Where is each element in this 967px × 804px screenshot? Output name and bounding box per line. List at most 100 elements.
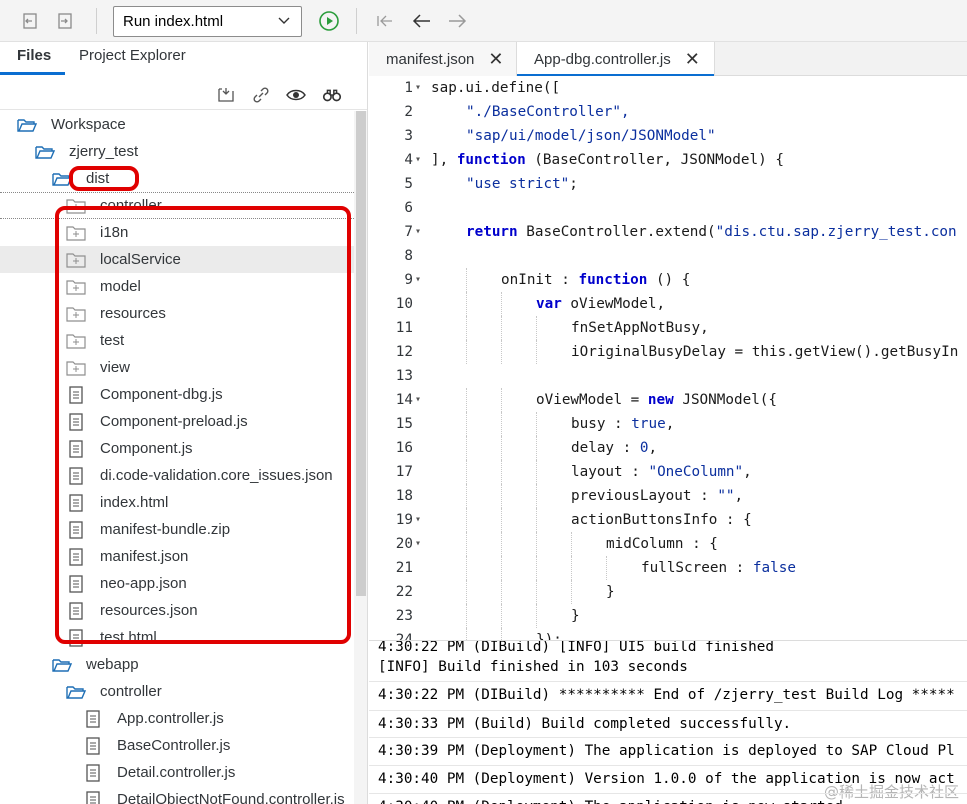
tab-manifest-json[interactable]: manifest.json ✕ (369, 42, 517, 76)
code-editor[interactable]: 1 ▾ sap.ui.define([2 "./BaseController", 3 "s… (369, 76, 967, 640)
indent-guide (466, 268, 467, 292)
fold-toggle-icon[interactable]: ▾ (415, 220, 421, 244)
line-number: 10 (395, 296, 413, 312)
code-token: fullScreen : (641, 560, 753, 576)
tree-item-label: zjerry_test (69, 143, 139, 160)
tree-item-label: Detail.controller.js (117, 764, 236, 781)
code-line: 14 ▾ oViewModel = new JSONModel({ (369, 388, 967, 412)
code-line: 6 (369, 196, 967, 220)
indent-guide (536, 340, 537, 364)
tree-file-item[interactable]: Detail.controller.js (0, 759, 354, 786)
indent-guide (536, 580, 537, 604)
code-line: 17 layout : "OneColumn", (369, 460, 967, 484)
close-icon[interactable]: ✕ (488, 49, 503, 70)
code-token: iOriginalBusyDelay = this.getView().getB… (571, 344, 959, 360)
indent-guide (501, 436, 502, 460)
undo-icon[interactable] (17, 9, 43, 33)
code-token: ], (431, 152, 457, 168)
indent-guide (466, 340, 467, 364)
code-token: ; (569, 176, 578, 192)
code-text: sap.ui.define([ (431, 76, 560, 100)
tab-app-dbg-controller[interactable]: App-dbg.controller.js ✕ (517, 42, 715, 77)
code-line: 4 ▾], function (BaseController, JSONModel… (369, 148, 967, 172)
code-token: (BaseController, JSONModel) { (525, 152, 784, 168)
close-icon[interactable]: ✕ (685, 49, 700, 70)
file-tree-toolbar (0, 78, 367, 110)
fold-toggle-icon[interactable]: ▾ (415, 148, 421, 172)
code-token: delay : (571, 440, 640, 456)
collapse-all-icon[interactable] (215, 84, 237, 106)
code-text: previousLayout : "", (571, 484, 743, 508)
fold-toggle-icon[interactable]: ▾ (415, 532, 421, 556)
tree-file-item[interactable]: App.controller.js (0, 705, 354, 732)
code-token: previousLayout : (571, 488, 718, 504)
redo-icon[interactable] (52, 9, 78, 33)
code-line: 19 ▾ actionButtonsInfo : { (369, 508, 967, 532)
code-literal: "use strict" (466, 176, 570, 192)
code-literal: "" (717, 488, 735, 504)
code-token: , (648, 440, 658, 456)
console-line: 4:30:22 PM (DIBuild) [INFO] UI5 build fi… (378, 640, 774, 655)
line-number: 6 (404, 200, 413, 216)
code-text: onInit : function () { (501, 268, 690, 292)
code-line: 23} (369, 604, 967, 628)
code-text: ], function (BaseController, JSONModel) … (431, 148, 784, 172)
scrollbar-thumb[interactable] (356, 111, 366, 596)
tree-file-item[interactable]: DetailObjectNotFound.controller.js (0, 786, 354, 804)
fold-toggle-icon[interactable]: ▾ (415, 508, 421, 532)
code-line: 10 var oViewModel, (369, 292, 967, 316)
indent-guide (466, 292, 467, 316)
run-config-select[interactable]: Run index.html (113, 6, 302, 37)
fold-toggle-icon[interactable]: ▾ (415, 388, 421, 412)
code-text: var oViewModel, (536, 292, 665, 316)
console-divider (369, 737, 967, 738)
code-line: 2 "./BaseController", (369, 100, 967, 124)
line-number: 15 (395, 416, 413, 432)
code-literal: false (752, 560, 796, 576)
line-number: 9 (404, 272, 413, 288)
tree-folder-item[interactable]: webapp (0, 651, 354, 678)
indent-guide (536, 436, 537, 460)
code-token: sap.ui.define([ (431, 80, 561, 96)
tree-folder-item[interactable]: controller (0, 678, 354, 705)
indent-guide (501, 292, 502, 316)
code-line: 13 (369, 364, 967, 388)
toolbar-separator (96, 8, 97, 34)
fold-toggle-icon[interactable]: ▾ (415, 76, 421, 100)
eye-icon[interactable] (285, 84, 307, 106)
run-icon[interactable] (316, 9, 342, 33)
toolbar-separator (356, 8, 357, 34)
code-text: busy : true, (571, 412, 674, 436)
indent-guide (466, 316, 467, 340)
line-number: 11 (395, 320, 413, 336)
code-text: oViewModel = new JSONModel({ (536, 388, 777, 412)
tree-folder-item[interactable]: zjerry_test (0, 138, 354, 165)
line-number: 5 (404, 176, 413, 192)
line-number: 19 (395, 512, 413, 528)
nav-first-icon[interactable] (372, 9, 398, 33)
file-tree-scrollbar[interactable] (354, 111, 367, 804)
tab-project-explorer[interactable]: Project Explorer (79, 47, 186, 64)
code-text: midColumn : { (606, 532, 718, 556)
binoculars-icon[interactable] (321, 84, 343, 106)
fold-toggle-icon[interactable]: ▾ (415, 268, 421, 292)
code-line: 12 iOriginalBusyDelay = this.getView().ge… (369, 340, 967, 364)
indent-guide (466, 628, 467, 640)
indent-guide (536, 484, 537, 508)
link-icon[interactable] (250, 84, 272, 106)
file-icon (83, 790, 103, 804)
code-token: () { (647, 272, 691, 288)
tree-folder-item[interactable]: dist (0, 165, 354, 192)
line-number: 7 (404, 224, 413, 240)
indent-guide (466, 460, 467, 484)
indent-guide (536, 508, 537, 532)
tree-file-item[interactable]: BaseController.js (0, 732, 354, 759)
nav-forward-icon[interactable] (444, 9, 470, 33)
tab-files[interactable]: Files (17, 47, 51, 64)
indent-guide (501, 628, 502, 640)
chevron-down-icon (277, 11, 291, 41)
line-number: 21 (395, 560, 413, 576)
tree-folder-item[interactable]: Workspace (0, 111, 354, 138)
file-icon (83, 709, 103, 728)
nav-back-icon[interactable] (409, 9, 435, 33)
